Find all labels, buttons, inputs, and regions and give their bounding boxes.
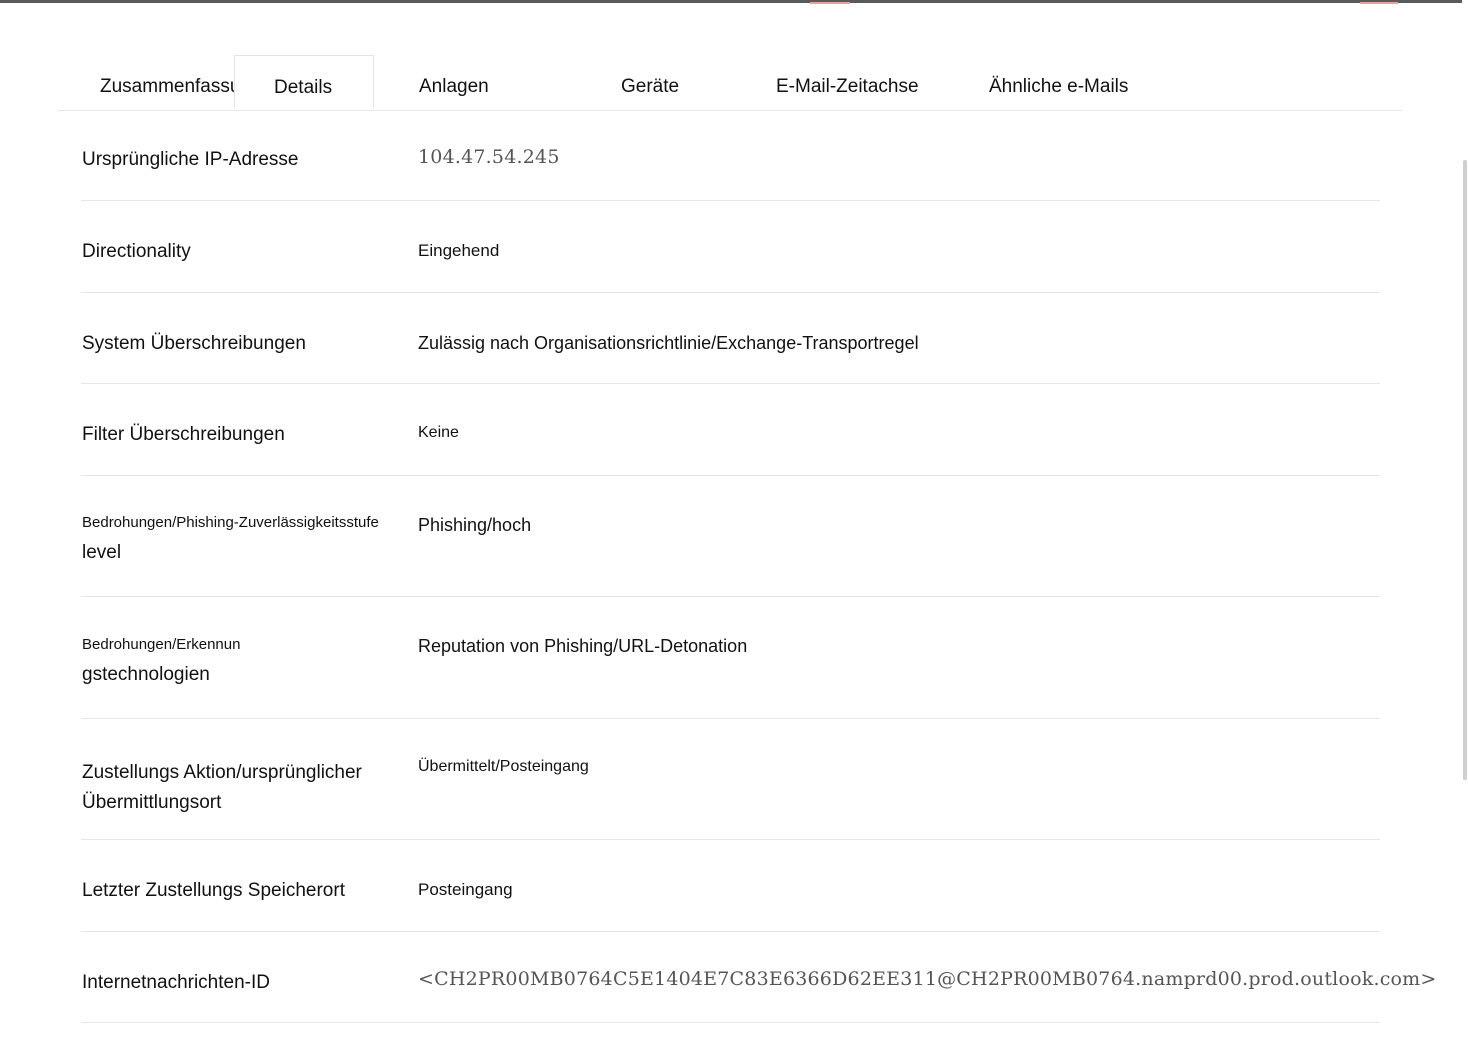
detail-label-line2: Übermittlungsort [82, 792, 222, 813]
detail-row-system-overrides: System Überschreibungen Zulässig nach Or… [81, 293, 1380, 384]
detail-label-line1: Bedrohungen/Phishing-Zuverlässigkeitsstu… [82, 514, 379, 531]
detail-value: Eingehend [418, 241, 500, 260]
detail-value: Posteingang [418, 880, 513, 899]
tab-email-zeitachse[interactable]: E-Mail-Zeitachse [776, 55, 919, 110]
detail-label: Filter Überschreibungen [82, 424, 285, 445]
tab-aehnliche-emails[interactable]: Ähnliche e-Mails [989, 55, 1128, 110]
detail-row-threat-confidence: Bedrohungen/Phishing-Zuverlässigkeitsstu… [81, 476, 1380, 597]
detail-label: Directionality [82, 241, 191, 262]
detail-row-last-location: Letzter Zustellungs Speicherort Posteing… [81, 840, 1380, 932]
detail-label: Bedrohungen/Erkennun gstechnologien [82, 636, 240, 686]
detail-label: Letzter Zustellungs Speicherort [82, 880, 345, 901]
detail-row-message-id: Internetnachrichten-ID <CH2PR00MB0764C5E… [81, 932, 1436, 1023]
tab-details[interactable]: Details [234, 55, 374, 109]
detail-label: System Überschreibungen [82, 333, 306, 354]
detail-row-delivery-action: Zustellungs Aktion/ursprünglicher Übermi… [81, 719, 1380, 840]
details-list: Ursprüngliche IP-Adresse 104.47.54.245 D… [81, 110, 1436, 1023]
detail-label-line1: Zustellungs Aktion/ursprünglicher [82, 762, 362, 783]
detail-value: Keine [418, 424, 459, 441]
detail-value: Übermittelt/Posteingang [418, 758, 589, 775]
detail-label-line2: gstechnologien [82, 664, 210, 685]
scrollbar-thumb[interactable] [1463, 160, 1467, 780]
detail-label: Internetnachrichten-ID [82, 972, 270, 993]
detail-label: Zustellungs Aktion/ursprünglicher Übermi… [82, 758, 362, 818]
detail-row-directionality: Directionality Eingehend [81, 201, 1380, 293]
detail-value: Phishing/hoch [418, 515, 532, 535]
top-accent-mark [1360, 2, 1398, 4]
detail-value: Reputation von Phishing/URL-Detonation [418, 636, 748, 656]
detail-value: Zulässig nach Organisationsrichtlinie/Ex… [418, 333, 919, 353]
detail-label: Ursprüngliche IP-Adresse [82, 149, 299, 170]
detail-label-line1: Bedrohungen/Erkennun [82, 636, 241, 653]
window-top-border [0, 0, 1468, 3]
detail-row-detection-tech: Bedrohungen/Erkennun gstechnologien Repu… [81, 597, 1380, 719]
detail-row-filter-overrides: Filter Überschreibungen Keine [81, 384, 1380, 476]
detail-label: Bedrohungen/Phishing-Zuverlässigkeitsstu… [82, 514, 379, 564]
tab-geraete[interactable]: Geräte [621, 55, 679, 110]
tab-bar: Zusammenfassung Details Anlagen Geräte E… [58, 55, 1402, 111]
detail-row-ip: Ursprüngliche IP-Adresse 104.47.54.245 [81, 110, 1380, 201]
tab-anlagen[interactable]: Anlagen [419, 55, 489, 110]
detail-label-line2: level [82, 542, 122, 563]
detail-value: <CH2PR00MB0764C5E1404E7C83E6366D62EE311@… [418, 968, 1437, 990]
detail-value: 104.47.54.245 [418, 146, 560, 168]
top-accent-mark [810, 2, 850, 4]
